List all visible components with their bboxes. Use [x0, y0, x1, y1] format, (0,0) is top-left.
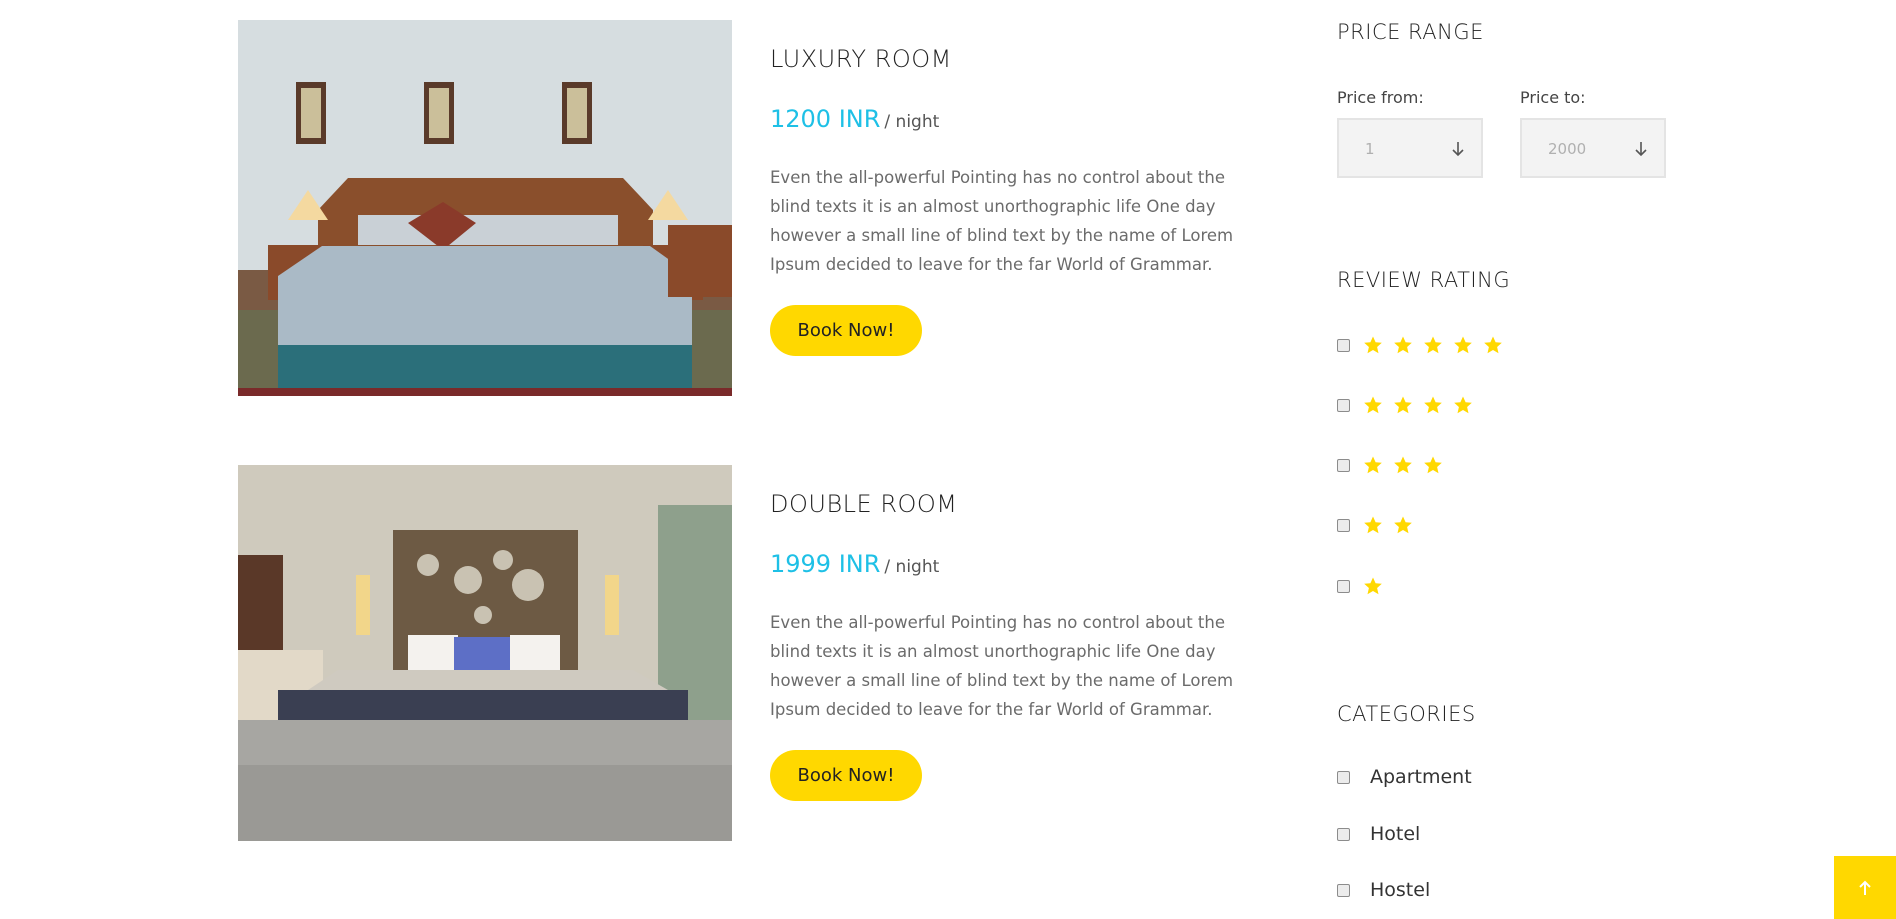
rating-stars — [1363, 335, 1513, 355]
rating-stars — [1363, 455, 1453, 475]
category-checkbox[interactable] — [1337, 827, 1350, 841]
book-now-button[interactable]: Book Now! — [770, 750, 922, 801]
category-checkbox[interactable] — [1337, 883, 1350, 897]
star-icon — [1364, 396, 1382, 414]
star-icon — [1454, 336, 1472, 354]
rating-option-4-stars[interactable] — [1337, 395, 1483, 415]
price-from-select[interactable]: 1 — [1337, 118, 1483, 178]
star-icon — [1424, 396, 1442, 414]
rating-checkbox[interactable] — [1337, 518, 1350, 532]
star-icon — [1364, 456, 1382, 474]
rating-checkbox[interactable] — [1337, 338, 1350, 352]
category-option-hostel[interactable]: Hostel — [1337, 879, 1430, 901]
rating-stars — [1363, 515, 1423, 535]
luxury-room-photo — [238, 20, 732, 396]
price-to-label: Price to: — [1520, 88, 1586, 107]
rating-option-5-stars[interactable] — [1337, 335, 1513, 355]
arrow-up-icon — [1859, 880, 1871, 895]
rating-stars — [1363, 576, 1393, 596]
category-checkbox[interactable] — [1337, 770, 1350, 784]
star-icon — [1454, 396, 1472, 414]
book-now-button[interactable]: Book Now! — [770, 305, 922, 356]
rating-checkbox[interactable] — [1337, 579, 1350, 593]
star-icon — [1364, 516, 1382, 534]
category-label: Hotel — [1370, 823, 1421, 845]
rating-option-3-stars[interactable] — [1337, 455, 1453, 475]
star-icon — [1424, 456, 1442, 474]
price-range-heading: PRICE RANGE — [1337, 20, 1484, 44]
price-to-value: 2000 — [1548, 140, 1587, 158]
room-price: 1200 INR / night — [770, 105, 939, 133]
star-icon — [1424, 336, 1442, 354]
room-price: 1999 INR / night — [770, 550, 939, 578]
category-label: Apartment — [1370, 766, 1472, 788]
rating-stars — [1363, 395, 1483, 415]
star-icon — [1394, 396, 1412, 414]
star-icon — [1484, 336, 1502, 354]
category-option-hotel[interactable]: Hotel — [1337, 823, 1420, 845]
review-rating-heading: REVIEW RATING — [1337, 268, 1511, 292]
room-description: Even the all-powerful Pointing has no co… — [770, 168, 1234, 274]
price-unit: / night — [884, 557, 940, 577]
back-to-top-button[interactable] — [1834, 856, 1896, 919]
price-to-select[interactable]: 2000 — [1520, 118, 1666, 178]
star-icon — [1394, 516, 1412, 534]
double-room-photo — [238, 465, 732, 841]
price-from-value: 1 — [1365, 140, 1375, 158]
price-amount: 1999 INR — [770, 550, 881, 578]
price-from-label: Price from: — [1337, 88, 1424, 107]
star-icon — [1364, 336, 1382, 354]
room-title: DOUBLE ROOM — [770, 490, 958, 518]
price-unit: / night — [884, 112, 940, 132]
categories-heading: CATEGORIES — [1337, 702, 1476, 726]
rating-option-2-stars[interactable] — [1337, 515, 1423, 535]
price-amount: 1200 INR — [770, 105, 881, 133]
rating-checkbox[interactable] — [1337, 458, 1350, 472]
category-label: Hostel — [1370, 879, 1431, 901]
category-option-apartment[interactable]: Apartment — [1337, 766, 1472, 788]
rating-checkbox[interactable] — [1337, 398, 1350, 412]
star-icon — [1394, 456, 1412, 474]
room-title: LUXURY ROOM — [770, 45, 952, 73]
star-icon — [1394, 336, 1412, 354]
arrow-down-icon — [1452, 142, 1464, 157]
rating-option-1-stars[interactable] — [1337, 576, 1393, 596]
star-icon — [1364, 577, 1382, 595]
arrow-down-icon — [1635, 142, 1647, 157]
room-description: Even the all-powerful Pointing has no co… — [770, 613, 1234, 719]
